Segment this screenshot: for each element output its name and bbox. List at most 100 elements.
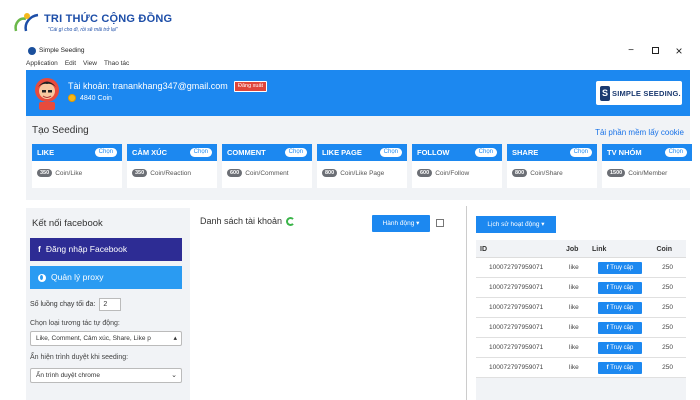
price-unit: Coin/Share <box>530 169 563 177</box>
visit-link-button[interactable]: f Truy cập <box>598 342 642 354</box>
choose-button[interactable]: Chọn <box>474 148 497 157</box>
brand-slogan: "Cái gì cho đi, rồi sẽ mãi trở lại" <box>48 27 118 33</box>
row-coin: 250 <box>662 284 673 291</box>
seed-card-like: LIKE Chọn 350 Coin/Like <box>32 144 122 188</box>
table-row: 100072797959071 like f Truy cập 250 <box>476 258 686 278</box>
minimize-icon[interactable]: − <box>624 45 638 57</box>
price-badge: 800 <box>512 169 528 177</box>
facebook-icon: f <box>38 244 41 254</box>
price-unit: Coin/Follow <box>435 169 470 177</box>
facebook-icon: f <box>606 265 609 271</box>
row-job: like <box>569 284 579 291</box>
menu-item-thao-tac[interactable]: Thao tác <box>104 60 129 70</box>
brand-logo-icon <box>14 13 39 32</box>
browser-visibility-value: Ẩn trình duyệt chrome <box>36 372 100 379</box>
proxy-manage-button[interactable]: Quản lý proxy <box>30 266 182 289</box>
row-id: 100072797959071 <box>489 304 544 311</box>
row-id: 100072797959071 <box>489 264 544 271</box>
history-button-label: Lịch sử hoạt động <box>487 221 540 228</box>
facebook-icon: f <box>606 305 609 311</box>
logo-letter: S <box>600 85 610 101</box>
brand-name: TRI THỨC CỘNG ĐỒNG <box>44 13 173 25</box>
row-coin: 250 <box>662 324 673 331</box>
price-badge: 350 <box>37 169 53 177</box>
price-badge: 800 <box>322 169 338 177</box>
seed-card-follow: FOLLOW Chọn 600 Coin/Follow <box>412 144 502 188</box>
choose-button[interactable]: Chọn <box>189 148 212 157</box>
row-job: like <box>569 364 579 371</box>
maximize-icon[interactable] <box>648 45 662 57</box>
price-unit: Coin/Reaction <box>150 169 192 177</box>
facebook-icon: f <box>606 365 609 371</box>
select-all-checkbox[interactable] <box>436 219 444 227</box>
column-header-job: Job <box>566 246 579 253</box>
action-button-label: Hành động <box>382 220 415 227</box>
account-list-title: Danh sách tài khoản <box>200 216 283 226</box>
seed-card-title: LIKE <box>37 148 55 157</box>
choose-button[interactable]: Chọn <box>664 148 687 157</box>
coin-amount: 4840 Coin <box>80 94 112 102</box>
row-job: like <box>569 324 579 331</box>
visit-link-button[interactable]: f Truy cập <box>598 262 642 274</box>
facebook-login-button[interactable]: f Đăng nhập Facebook <box>30 238 182 261</box>
visit-label: Truy cập <box>610 305 634 311</box>
column-header-id: ID <box>480 246 487 253</box>
row-id: 100072797959071 <box>489 324 544 331</box>
seed-card-share: SHARE Chọn 800 Coin/Share <box>507 144 597 188</box>
row-coin: 250 <box>662 304 673 311</box>
avatar <box>35 78 59 110</box>
activity-history-table: ID Job Link Coin 100072797959071 like f … <box>476 240 686 400</box>
table-row: 100072797959071 like f Truy cập 250 <box>476 298 686 318</box>
chevron-down-icon: ⌄ <box>171 372 177 379</box>
threads-row: Số luồng chạy tối đa: 2 <box>30 298 122 311</box>
menu-item-view[interactable]: View <box>83 60 97 70</box>
window-title: Simple Seeding <box>39 47 85 54</box>
table-header: ID Job Link Coin <box>476 240 686 258</box>
price-unit: Coin/Comment <box>245 169 289 177</box>
app-icon <box>28 47 36 55</box>
menu-item-edit[interactable]: Edit <box>65 60 76 70</box>
choose-button[interactable]: Chọn <box>94 148 117 157</box>
visit-link-button[interactable]: f Truy cập <box>598 282 642 294</box>
menu-item-application[interactable]: Application <box>26 60 58 70</box>
visit-label: Truy cập <box>610 285 634 291</box>
visit-link-button[interactable]: f Truy cập <box>598 302 642 314</box>
visit-label: Truy cập <box>610 325 634 331</box>
table-row: 100072797959071 like f Truy cập 250 <box>476 358 686 378</box>
row-id: 100072797959071 <box>489 364 544 371</box>
refresh-icon[interactable] <box>286 216 296 226</box>
interaction-type-select[interactable]: Like, Comment, Cảm xúc, Share, Like p ▴ <box>30 331 182 346</box>
coin-balance: 4840 Coin <box>68 94 112 102</box>
logout-button[interactable]: Đăng xuất <box>234 81 268 92</box>
choose-button[interactable]: Chọn <box>284 148 307 157</box>
caret-down-icon: ▾ <box>541 221 545 228</box>
row-coin: 250 <box>662 364 673 371</box>
browser-visibility-label: Ẩn hiện trình duyệt khi seeding: <box>30 354 129 361</box>
visit-link-button[interactable]: f Truy cập <box>598 322 642 334</box>
table-row: 100072797959071 like f Truy cập 250 <box>476 338 686 358</box>
seed-card-title: FOLLOW <box>417 148 450 157</box>
price-badge: 1500 <box>607 169 626 177</box>
price-unit: Coin/Member <box>628 169 668 177</box>
action-dropdown-button[interactable]: Hành động ▾ <box>372 215 430 232</box>
facebook-panel-title: Kết nối facebook <box>32 218 103 229</box>
facebook-login-label: Đăng nhập Facebook <box>45 244 128 254</box>
column-header-coin: Coin <box>656 246 672 253</box>
row-id: 100072797959071 <box>489 344 544 351</box>
threads-input[interactable]: 2 <box>99 298 122 311</box>
price-unit: Coin/Like Page <box>340 169 385 177</box>
caret-down-icon: ▾ <box>416 220 420 227</box>
choose-button[interactable]: Chọn <box>379 148 402 157</box>
facebook-connect-panel: Kết nối facebook f Đăng nhập Facebook Quả… <box>26 208 190 400</box>
visit-link-button[interactable]: f Truy cập <box>598 362 642 374</box>
close-icon[interactable]: × <box>672 45 686 57</box>
activity-history-button[interactable]: Lịch sử hoạt động ▾ <box>476 216 556 233</box>
price-unit: Coin/Like <box>55 169 83 177</box>
browser-visibility-select[interactable]: Ẩn trình duyệt chrome ⌄ <box>30 368 182 383</box>
seeding-panel: Tạo Seeding Tải phần mềm lấy cookie LIKE… <box>26 116 692 200</box>
seed-card-title: SHARE <box>512 148 539 157</box>
choose-button[interactable]: Chọn <box>569 148 592 157</box>
download-cookie-link[interactable]: Tải phần mềm lấy cookie <box>595 128 684 137</box>
row-coin: 250 <box>662 264 673 271</box>
logo-text: SIMPLE SEEDING. <box>612 88 681 98</box>
